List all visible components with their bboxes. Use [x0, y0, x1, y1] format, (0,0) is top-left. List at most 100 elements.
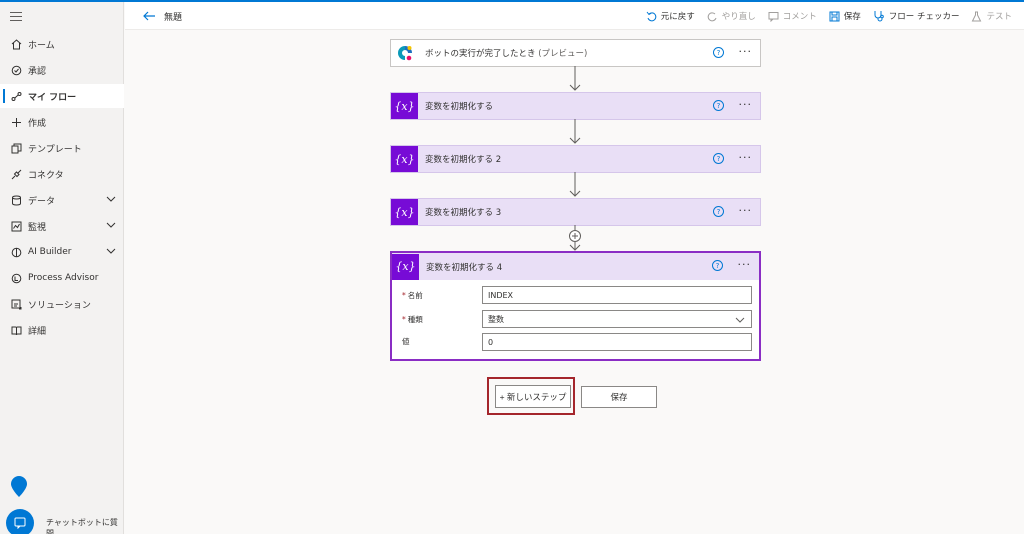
chevron-down-icon[interactable] [106, 220, 116, 230]
step-title[interactable]: 変数を初期化する 4 [426, 261, 502, 273]
step-title: 変数を初期化する 2 [425, 155, 502, 165]
chatbot-label[interactable]: チャットボットに質問 [46, 517, 123, 534]
stethoscope-icon [874, 11, 884, 22]
sidebar-item-ai-builder[interactable]: AI Builder [0, 240, 124, 264]
trigger-preview-suffix: (プレビュー) [538, 49, 588, 59]
sidebar-item-label: AI Builder [28, 247, 72, 257]
flow-title[interactable]: 無題 [164, 10, 182, 23]
test-button[interactable]: テスト [971, 10, 1012, 22]
insert-step-icon[interactable] [566, 225, 584, 251]
flask-icon [972, 11, 982, 21]
help-icon[interactable]: ? [713, 47, 724, 58]
sidebar-item-label: コネクタ [28, 170, 64, 181]
step-title: 変数を初期化する [425, 102, 494, 112]
left-navigation: ホーム 承認 マイ フロー 作成 テンプレート コネクタ データ 監視 AI B… [0, 2, 124, 534]
hamburger-menu-icon[interactable] [10, 12, 22, 24]
book-icon [10, 324, 22, 336]
home-icon [10, 38, 22, 50]
more-options-icon[interactable]: ··· [739, 98, 753, 111]
sidebar-item-label: 監視 [28, 222, 47, 233]
type-select[interactable]: 整数 [482, 310, 752, 328]
approvals-icon [10, 64, 22, 76]
process-advisor-icon [10, 272, 22, 284]
variable-step-card[interactable]: {x} 変数を初期化する 2 ? ··· [390, 145, 761, 173]
variable-icon: {x} [391, 146, 418, 172]
type-label-text: 種類 [407, 315, 423, 324]
save-icon [829, 11, 840, 21]
sidebar-item-connectors[interactable]: コネクタ [0, 162, 124, 186]
test-label: テスト [986, 12, 1012, 22]
type-label: * 種類 [402, 315, 423, 324]
sidebar-item-approvals[interactable]: 承認 [0, 58, 124, 82]
template-icon [10, 142, 22, 154]
more-options-icon[interactable]: ··· [738, 258, 752, 271]
location-pin-icon [11, 476, 27, 497]
database-icon [10, 194, 22, 206]
sidebar-item-label: マイ フロー [28, 92, 77, 103]
sidebar-item-label: データ [28, 196, 56, 207]
sidebar-item-process-advisor[interactable]: Process Advisor [0, 266, 124, 290]
connector-icon [10, 168, 22, 180]
sidebar-item-data[interactable]: データ [0, 188, 124, 212]
variable-step-card[interactable]: {x} 変数を初期化する ? ··· [390, 92, 761, 120]
toolbar: 元に戻す やり直し コメント 保存 フロー チェッカー テスト [634, 2, 1012, 30]
value-input[interactable]: 0 [482, 333, 752, 351]
name-input[interactable]: INDEX [482, 286, 752, 304]
help-icon[interactable]: ? [713, 206, 724, 217]
chevron-down-icon[interactable] [106, 194, 116, 204]
sidebar-item-label: 詳細 [28, 326, 47, 337]
trigger-card[interactable]: ボットの実行が完了したとき (プレビュー) ? ··· [390, 39, 761, 67]
sidebar-item-label: ソリューション [28, 300, 91, 311]
comment-label: コメント [782, 12, 817, 22]
solution-icon [10, 298, 22, 310]
monitor-icon [10, 220, 22, 232]
trigger-title-text: ボットの実行が完了したとき [425, 49, 536, 59]
help-icon[interactable]: ? [713, 153, 724, 164]
step-title: 変数を初期化する 3 [425, 208, 502, 218]
chatbot-button[interactable] [6, 509, 34, 534]
variable-step-card[interactable]: {x} 変数を初期化する 3 ? ··· [390, 198, 761, 226]
chevron-down-icon[interactable] [106, 246, 116, 256]
sidebar-item-my-flows[interactable]: マイ フロー [0, 84, 124, 108]
more-options-icon[interactable]: ··· [739, 151, 753, 164]
comment-icon [768, 11, 779, 22]
sidebar-item-label: 承認 [28, 66, 47, 77]
connector-arrow-icon [569, 66, 581, 91]
sidebar-item-label: テンプレート [28, 144, 82, 155]
variable-icon: {x} [392, 253, 419, 280]
sidebar-item-monitor[interactable]: 監視 [0, 214, 124, 238]
sidebar-item-solutions[interactable]: ソリューション [0, 292, 124, 316]
more-options-icon[interactable]: ··· [739, 204, 753, 217]
sidebar-item-label: ホーム [28, 40, 55, 51]
sidebar-item-templates[interactable]: テンプレート [0, 136, 124, 160]
sidebar-item-home[interactable]: ホーム [0, 32, 124, 56]
more-options-icon[interactable]: ··· [739, 45, 753, 58]
undo-button[interactable]: 元に戻す [646, 10, 695, 22]
ai-builder-icon [10, 246, 22, 258]
flow-checker-label: フロー チェッカー [888, 12, 960, 22]
redo-button[interactable]: やり直し [707, 10, 756, 22]
name-label-text: 名前 [407, 291, 423, 300]
help-icon[interactable]: ? [713, 100, 724, 111]
power-virtual-agents-icon [391, 40, 418, 66]
save-toolbar-button[interactable]: 保存 [829, 10, 861, 22]
comment-button[interactable]: コメント [768, 10, 817, 22]
redo-icon [707, 11, 717, 21]
value-label: 値 [402, 337, 410, 346]
chat-icon [14, 517, 26, 529]
back-arrow-icon[interactable] [142, 9, 156, 23]
save-button[interactable]: 保存 [581, 386, 657, 408]
variable-step-card-expanded[interactable]: {x} 変数を初期化する 4 ? ··· * 名前 INDEX * 種類 整数 値 … [390, 251, 761, 361]
variable-icon: {x} [391, 93, 418, 119]
sidebar-item-learn[interactable]: 詳細 [0, 318, 124, 342]
help-icon[interactable]: ? [712, 260, 723, 271]
new-step-button[interactable]: + 新しいステップ [495, 385, 571, 408]
save-toolbar-label: 保存 [843, 12, 861, 22]
plus-icon [10, 116, 22, 128]
redo-label: やり直し [721, 12, 756, 22]
flow-canvas: ボットの実行が完了したとき (プレビュー) ? ··· {x} 変数を初期化する… [125, 31, 1024, 534]
sidebar-item-create[interactable]: 作成 [0, 110, 124, 134]
name-label: * 名前 [402, 291, 423, 300]
flow-checker-button[interactable]: フロー チェッカー [873, 10, 960, 22]
variable-icon: {x} [391, 199, 418, 225]
